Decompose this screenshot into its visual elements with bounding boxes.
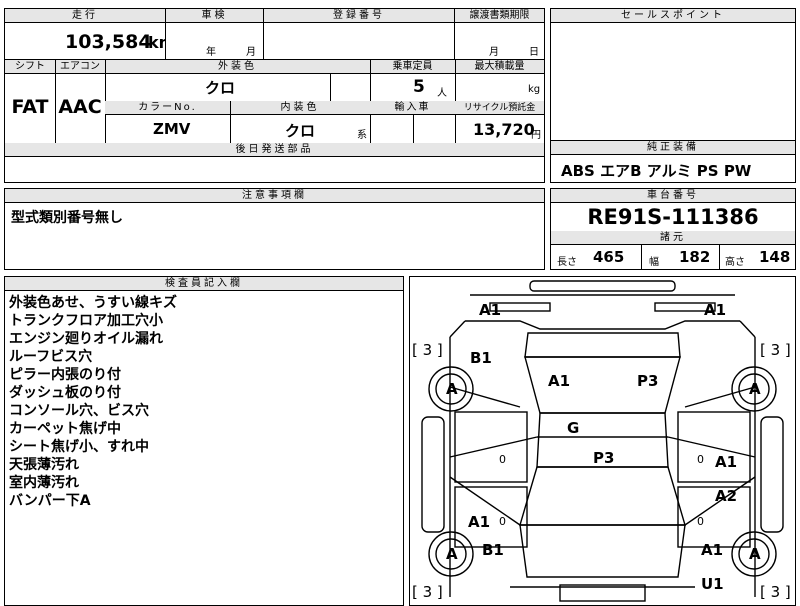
capacity-value: 5 bbox=[413, 77, 425, 97]
interior-color-suffix: 系 bbox=[357, 130, 367, 141]
mark-front-right-a1: A1 bbox=[701, 541, 724, 559]
equipment-label: 純正装備 bbox=[551, 141, 795, 155]
capacity-label: 乗車定員 bbox=[392, 61, 433, 72]
wheel-mark-rear-left: A bbox=[446, 380, 458, 398]
mark-zero-left-2: 0 bbox=[499, 515, 506, 528]
mark-zero-right: 0 bbox=[697, 453, 704, 466]
mark-roof: P3 bbox=[593, 449, 615, 467]
transfer-box: 譲渡書類期限 月 日 bbox=[454, 8, 545, 60]
recycle-value: 13,720 bbox=[473, 120, 535, 139]
max-load-label: 最大積載量 bbox=[474, 61, 525, 72]
height-value: 148 bbox=[759, 248, 791, 266]
equipment-value: ABS エアB アルミ PS PW bbox=[561, 162, 752, 180]
mark-b1-upper: B1 bbox=[470, 349, 492, 367]
length-value: 465 bbox=[593, 248, 625, 266]
mark-glass: G bbox=[567, 419, 580, 437]
exterior-color-label: 外装色 bbox=[218, 61, 257, 72]
mileage-box: 走行 103,584 km bbox=[4, 8, 175, 60]
inspector-lines: 外装色あせ、うすい線キズ トランクフロア加工穴小 エンジン廻りオイル漏れ ルーフ… bbox=[9, 294, 177, 510]
mark-trunk-right: P3 bbox=[637, 372, 659, 390]
caution-label: 注意事項欄 bbox=[5, 189, 544, 203]
inspector-line: カーペット焦げ中 bbox=[9, 421, 121, 437]
color-no-label: カラーNo. bbox=[138, 102, 197, 113]
wheel-mark-front-left: A bbox=[446, 545, 458, 563]
inspection-year: 年 bbox=[206, 47, 216, 58]
inspection-month: 月 bbox=[246, 47, 256, 58]
inspector-line: ピラー内張のり付 bbox=[9, 367, 121, 383]
equipment-box: 純正装備 ABS エアB アルミ PS PW bbox=[550, 140, 796, 183]
width-label: 幅 bbox=[649, 257, 659, 268]
sales-point-box: セールスポイント bbox=[550, 8, 796, 141]
interior-color-label: 内装色 bbox=[280, 102, 320, 113]
chassis-value: RE91S-111386 bbox=[587, 205, 759, 229]
mark-side-right-a1: A1 bbox=[715, 453, 738, 471]
dims-label: 諸元 bbox=[551, 231, 795, 245]
wheel-mark-rear-right: A bbox=[749, 380, 761, 398]
mark-side-right-a2: A2 bbox=[715, 487, 738, 505]
sales-point-label: セールスポイント bbox=[551, 9, 795, 23]
mileage-label: 走行 bbox=[5, 9, 165, 23]
chassis-label: 車台番号 bbox=[551, 189, 795, 203]
width-value: 182 bbox=[679, 248, 711, 266]
recycle-unit: 円 bbox=[531, 130, 541, 141]
inspector-line: 外装色あせ、うすい線キズ bbox=[9, 295, 177, 311]
inspector-line: 天張薄汚れ bbox=[9, 457, 79, 473]
import-label: 輸入車 bbox=[394, 102, 431, 113]
mark-zero-left: 0 bbox=[499, 453, 506, 466]
inspection-label: 車検 bbox=[166, 9, 263, 23]
mark-trunk-left: A1 bbox=[548, 372, 571, 390]
capacity-unit: 人 bbox=[437, 88, 447, 99]
registration-label: 登録番号 bbox=[264, 9, 454, 23]
tire-grade-front-left: [ 3 ] bbox=[412, 583, 443, 601]
chassis-box: 車台番号 RE91S-111386 諸元 長さ 465 幅 182 高さ 148 bbox=[550, 188, 796, 270]
registration-box: 登録番号 bbox=[263, 8, 455, 60]
inspector-line: コンソール穴、ビス穴 bbox=[9, 403, 149, 419]
mark-u1: U1 bbox=[701, 575, 724, 593]
recycle-label: リサイクル預託金 bbox=[463, 103, 536, 113]
inspector-line: トランクフロア加工穴小 bbox=[9, 313, 163, 329]
shift-label: シフト bbox=[15, 61, 45, 72]
inspection-box: 車検 年 月 bbox=[165, 8, 264, 60]
tire-grade-rear-right: [ 3 ] bbox=[760, 341, 791, 359]
caution-box: 注意事項欄 型式類別番号無し bbox=[4, 188, 545, 270]
mark-zero-right-2: 0 bbox=[697, 515, 704, 528]
aircon-value: AAC bbox=[58, 96, 102, 118]
color-no-value: ZMV bbox=[153, 120, 191, 138]
tire-grade-front-right: [ 3 ] bbox=[760, 583, 791, 601]
inspector-line: シート焦げ小、すれ中 bbox=[9, 439, 149, 455]
tire-grade-rear-left: [ 3 ] bbox=[412, 341, 443, 359]
inspector-box: 検査員記入欄 外装色あせ、うすい線キズ トランクフロア加工穴小 エンジン廻りオイ… bbox=[4, 276, 404, 606]
spec-table: シフト エアコン 外装色 乗車定員 最大積載量 FAT AAC クロ 5 人 k… bbox=[4, 59, 545, 183]
inspector-line: バンパー下A bbox=[9, 493, 91, 509]
mileage-value: 103,584 bbox=[65, 31, 152, 53]
caution-text: 型式類別番号無し bbox=[11, 210, 123, 226]
mark-rear-right: A1 bbox=[704, 301, 727, 319]
car-diagram-box: [ 3 ] [ 3 ] [ 3 ] [ 3 ] A A A A A1 A1 B1… bbox=[409, 276, 796, 606]
mark-side-left-a1: A1 bbox=[468, 513, 491, 531]
exterior-color-value: クロ bbox=[205, 79, 236, 97]
interior-color-value: クロ bbox=[285, 122, 316, 140]
transfer-day: 日 bbox=[529, 47, 539, 58]
inspector-line: 室内薄汚れ bbox=[9, 475, 79, 491]
transfer-month: 月 bbox=[489, 47, 499, 58]
length-label: 長さ bbox=[557, 257, 577, 268]
shift-value: FAT bbox=[11, 96, 49, 118]
height-label: 高さ bbox=[725, 257, 745, 268]
inspector-label: 検査員記入欄 bbox=[5, 277, 403, 291]
load-unit: kg bbox=[528, 84, 541, 95]
wheel-mark-front-right: A bbox=[749, 545, 761, 563]
car-diagram bbox=[421, 280, 784, 602]
aircon-label: エアコン bbox=[60, 61, 100, 72]
mark-b1-lower: B1 bbox=[482, 541, 504, 559]
transfer-label: 譲渡書類期限 bbox=[455, 9, 544, 23]
mark-rear-left: A1 bbox=[479, 301, 502, 319]
inspector-line: ダッシュ板のり付 bbox=[9, 385, 121, 401]
later-parts-label: 後日発送部品 bbox=[5, 143, 544, 157]
inspector-line: ルーフビス穴 bbox=[9, 349, 93, 365]
inspector-line: エンジン廻りオイル漏れ bbox=[9, 331, 163, 347]
